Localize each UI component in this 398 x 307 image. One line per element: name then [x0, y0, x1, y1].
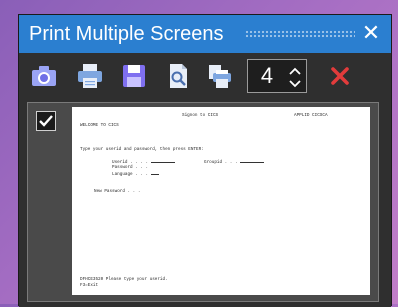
copies-stepper[interactable]: [247, 59, 307, 93]
window-title: Print Multiple Screens: [29, 23, 224, 45]
drag-grip[interactable]: [245, 30, 355, 38]
copies-input[interactable]: [252, 63, 282, 89]
screen-prompt: Type your userid and password, then pres…: [80, 147, 204, 152]
cancel-icon: [331, 67, 349, 85]
save-button[interactable]: [119, 61, 149, 91]
print-preview-button[interactable]: [163, 61, 193, 91]
language-label: Language . . .: [112, 171, 159, 177]
screen-header-center: Signon to CICS: [182, 113, 219, 118]
screen-welcome: WELCOME TO CICS: [80, 123, 119, 128]
screen-select-checkbox[interactable]: [36, 111, 56, 131]
print-multiple-button[interactable]: [205, 61, 235, 91]
save-icon: [123, 65, 145, 87]
print-preview-icon: [170, 64, 187, 88]
title-bar[interactable]: Print Multiple Screens ✕: [19, 15, 391, 53]
decrement-button[interactable]: [288, 77, 302, 89]
chevron-down-icon: [289, 80, 301, 88]
screen-thumbnail[interactable]: Signon to CICS APPLID CICSCA WELCOME TO …: [72, 107, 370, 295]
close-button[interactable]: ✕: [359, 20, 383, 46]
f3-exit-label: F3=Exit: [80, 283, 99, 288]
capture-screen-button[interactable]: [29, 61, 59, 91]
password-label: Password . . .: [112, 165, 149, 170]
cancel-button[interactable]: [325, 61, 355, 91]
print-multiple-icon: [209, 65, 231, 88]
chevron-up-icon: [289, 67, 301, 75]
printer-icon: [78, 64, 102, 88]
screen-thumbnail-item[interactable]: Signon to CICS APPLID CICSCA WELCOME TO …: [27, 102, 379, 302]
print-multiple-screens-window: Print Multiple Screens ✕ 4 Signon to CIC…: [18, 14, 392, 307]
checkmark-icon: [39, 115, 53, 127]
screen-header-right: APPLID CICSCA: [294, 113, 328, 118]
toolbar: [19, 53, 391, 99]
increment-button[interactable]: [288, 64, 302, 76]
groupid-label: Groupid . . .: [204, 159, 265, 165]
screens-list: Signon to CICS APPLID CICSCA WELCOME TO …: [19, 99, 391, 307]
print-button[interactable]: [75, 61, 105, 91]
new-password-label: New Password . . .: [94, 189, 141, 194]
camera-icon: [32, 66, 56, 86]
screen-message: DFHCE3520 Please type your userid.: [80, 277, 168, 282]
